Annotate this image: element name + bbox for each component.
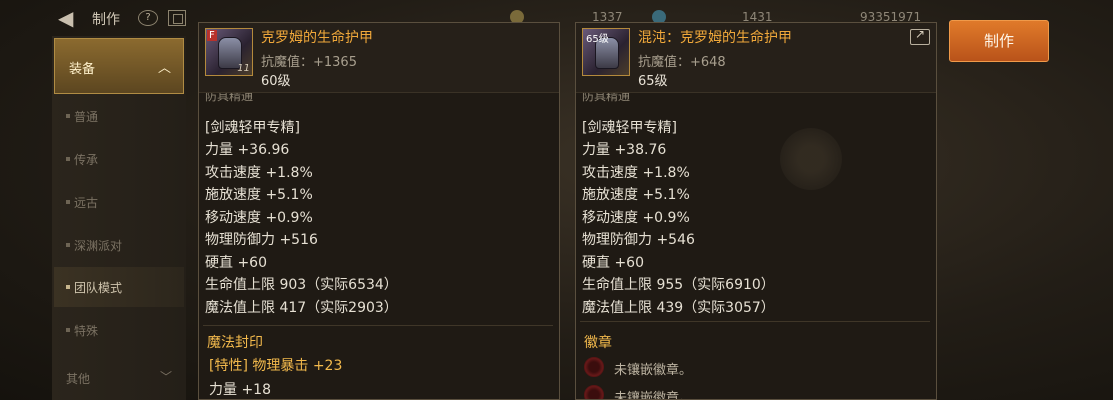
item-header: F 11 克罗姆的生命护甲 抗魔值：+1365 60级 <box>199 23 559 93</box>
stat-line: 魔法值上限 417（实际2903） <box>205 300 398 316</box>
bullet-icon <box>66 157 70 161</box>
sidebar-item-team-mode[interactable]: 团队模式 <box>54 267 184 307</box>
item-icon[interactable]: F 11 <box>205 28 253 76</box>
menu-grid-icon[interactable] <box>168 10 186 26</box>
stat-line: 物理防御力 +546 <box>582 232 695 248</box>
item-name: 混沌：克罗姆的生命护甲 <box>638 30 792 46</box>
chevron-up-icon: ︿ <box>157 61 171 76</box>
emblem-slot-text: 未镶嵌徽章。 <box>614 363 693 378</box>
sidebar-item-abyss[interactable]: 深渊派对 <box>54 225 184 265</box>
stat-line: 力量 +38.76 <box>582 142 667 158</box>
item-header: 65级 混沌：克罗姆的生命护甲 抗魔值：+648 65级 <box>576 23 936 93</box>
chevron-down-icon[interactable]: ﹀ <box>160 368 172 385</box>
sidebar-item-label: 普通 <box>74 110 99 124</box>
stat-line: 施放速度 +5.1% <box>205 187 313 203</box>
share-icon[interactable] <box>910 27 930 45</box>
sidebar-item-normal[interactable]: 普通 <box>54 96 184 136</box>
stat-line: 生命值上限 955（实际6910） <box>582 277 775 293</box>
bullet-icon <box>66 328 70 332</box>
armor-mastery-label: 防具精通 <box>205 93 254 103</box>
bullet-icon <box>66 285 70 289</box>
sidebar-header-label: 装备 <box>69 62 96 77</box>
bullet-icon <box>66 114 70 118</box>
stat-line: 力量 +36.96 <box>205 142 290 158</box>
stat-line: 移动速度 +0.9% <box>582 210 690 226</box>
sidebar-item-label: 团队模式 <box>74 281 123 295</box>
background-emblem-icon <box>780 128 842 190</box>
item-icon[interactable]: 65级 <box>582 28 630 76</box>
stat-line: 移动速度 +0.9% <box>205 210 313 226</box>
item-tag: 65级 <box>586 34 609 45</box>
armor-mastery-label: 防具精通 <box>582 93 631 103</box>
sidebar-item-label: 远古 <box>74 196 99 210</box>
stat-line: 攻击速度 +1.8% <box>582 165 690 181</box>
sidebar-other-label[interactable]: 其他 <box>66 370 90 387</box>
emblem-slot-icon <box>584 385 604 399</box>
stat-line: 物理防御力 +516 <box>205 232 318 248</box>
page-title: 制作 <box>92 12 120 28</box>
section-title-magic-seal: 魔法封印 <box>207 335 263 351</box>
emblem-slot-icon <box>584 357 604 377</box>
item-card-current: F 11 克罗姆的生命护甲 抗魔值：+1365 60级 防具精通 [剑魂轻甲专精… <box>198 22 560 400</box>
help-icon[interactable]: ? <box>138 10 158 26</box>
item-resist: 抗魔值：+1365 <box>261 55 357 70</box>
item-name: 克罗姆的生命护甲 <box>261 30 373 46</box>
stat-line: 生命值上限 903（实际6534） <box>205 277 398 293</box>
stat-line: [剑魂轻甲专精] <box>205 120 300 136</box>
bullet-icon <box>66 200 70 204</box>
section-divider <box>203 325 553 326</box>
enhance-level: 11 <box>237 63 250 74</box>
stat-line: 攻击速度 +1.8% <box>205 165 313 181</box>
make-button[interactable]: 制作 <box>949 20 1049 62</box>
seal-stat-line: 力量 +18 <box>209 382 271 398</box>
sidebar-item-label: 传承 <box>74 153 99 167</box>
section-title-emblem: 徽章 <box>584 335 612 351</box>
emblem-slot-text: 未镶嵌徽章。 <box>614 391 693 400</box>
bullet-icon <box>66 243 70 247</box>
item-level: 60级 <box>261 74 291 89</box>
stat-line: 硬直 +60 <box>205 255 267 271</box>
stat-line: 施放速度 +5.1% <box>582 187 690 203</box>
item-tag: F <box>207 30 217 41</box>
item-level: 65级 <box>638 74 668 89</box>
item-resist: 抗魔值：+648 <box>638 55 726 70</box>
seal-trait-line: [特性] 物理暴击 +23 <box>209 358 343 374</box>
section-divider <box>580 321 930 322</box>
stat-line: [剑魂轻甲专精] <box>582 120 677 136</box>
back-arrow-icon[interactable]: ◀ <box>58 8 82 28</box>
sidebar-header-equipment[interactable]: 装备 ︿ <box>54 38 184 94</box>
sidebar-item-inherit[interactable]: 传承 <box>54 139 184 179</box>
sidebar-item-special[interactable]: 特殊 <box>54 310 184 350</box>
item-card-new: 65级 混沌：克罗姆的生命护甲 抗魔值：+648 65级 防具精通 [剑魂轻甲专… <box>575 22 937 400</box>
sidebar-item-label: 深渊派对 <box>74 239 123 253</box>
stat-line: 魔法值上限 439（实际3057） <box>582 300 775 316</box>
sidebar-item-ancient[interactable]: 远古 <box>54 182 184 222</box>
stat-line: 硬直 +60 <box>582 255 644 271</box>
sidebar-item-label: 特殊 <box>74 324 99 338</box>
category-sidebar: 装备 ︿ 普通 传承 远古 深渊派对 团队模式 特殊 其他 ﹀ <box>52 36 186 400</box>
